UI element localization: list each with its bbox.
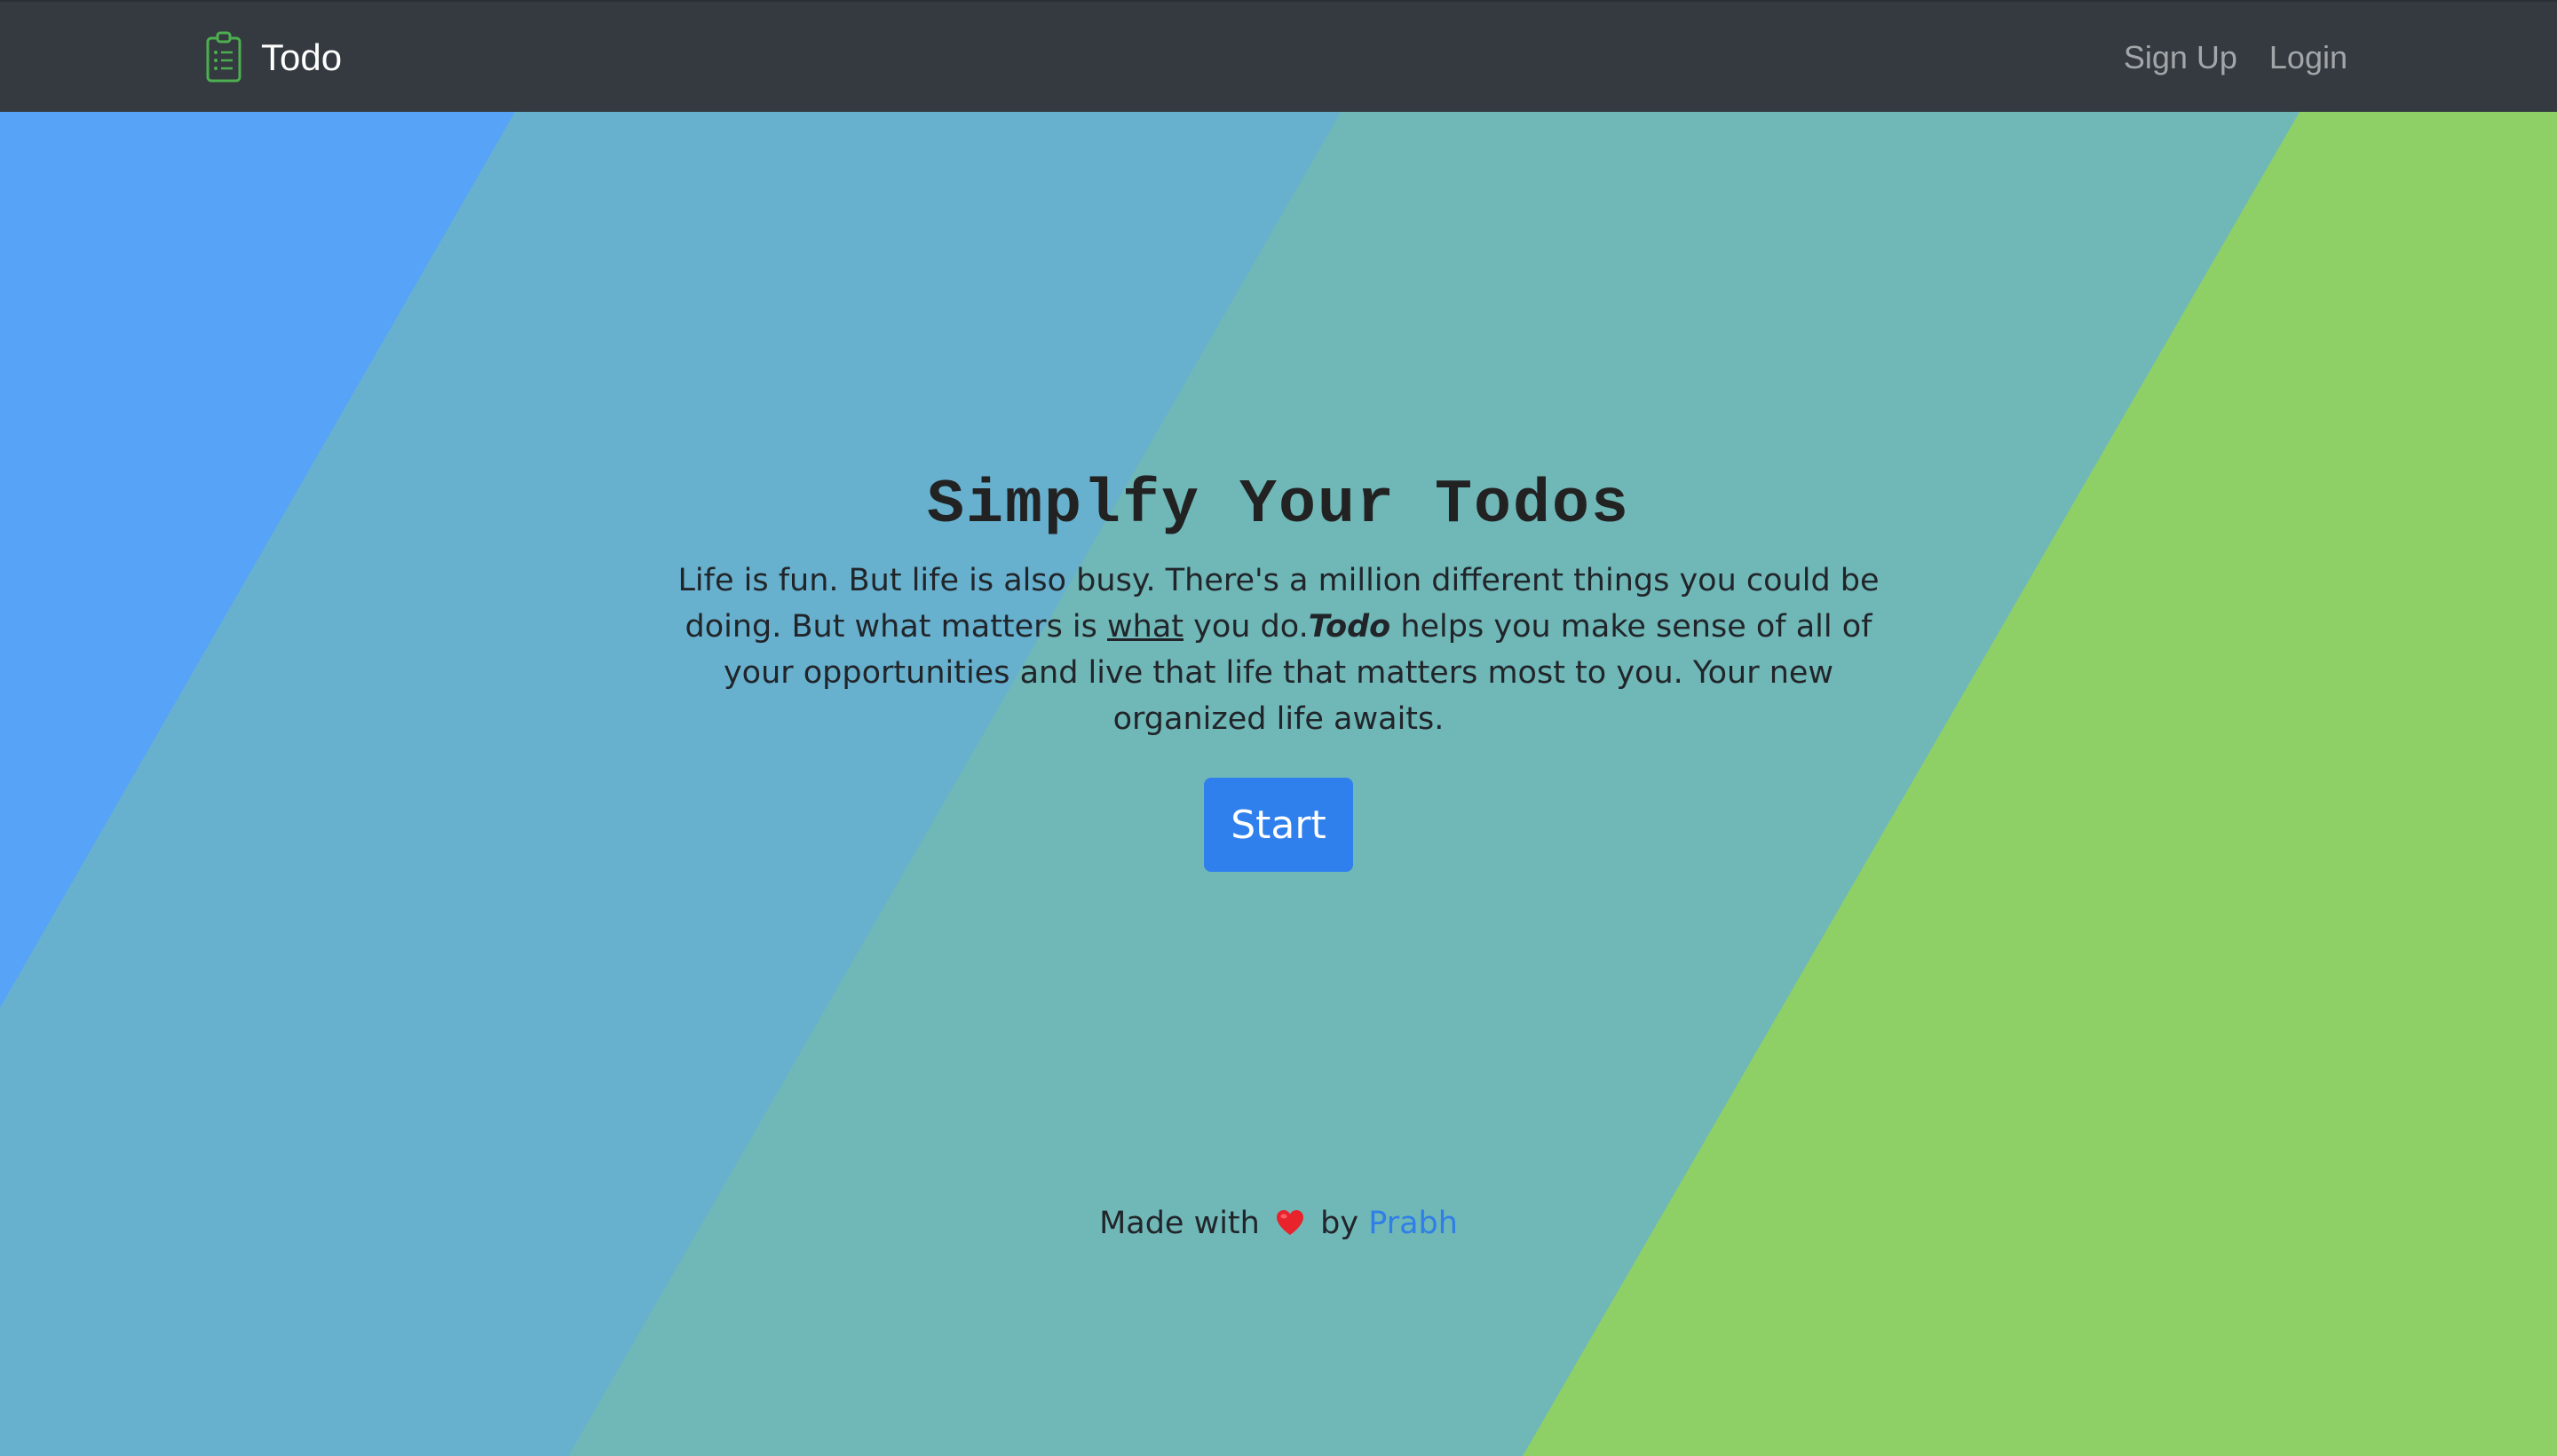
brand-name: Todo: [261, 36, 343, 78]
clipboard-list-icon: [206, 31, 241, 83]
hero-text-underlined: what: [1107, 609, 1184, 645]
signup-link[interactable]: Sign Up: [2124, 39, 2237, 76]
hero-section: Simplfy Your Todos Life is fun. But life…: [0, 462, 2557, 872]
top-navbar: Todo Sign Up Login: [0, 0, 2557, 112]
author-link[interactable]: Prabh: [1368, 1206, 1458, 1241]
login-link[interactable]: Login: [2269, 39, 2347, 76]
start-button[interactable]: Start: [1204, 778, 1353, 872]
page: Todo Sign Up Login Simplfy Your Todos Li…: [0, 0, 2557, 1456]
nav-links: Sign Up Login: [2092, 28, 2347, 87]
hero-text-brand: Todo: [1308, 609, 1391, 645]
footer: Made with by Prabh: [0, 1206, 2557, 1241]
footer-made-with: Made with: [1099, 1206, 1260, 1241]
hero-description: Life is fun. But life is also busy. Ther…: [648, 558, 1909, 742]
hero-text-part2: you do.: [1184, 609, 1309, 645]
brand-link[interactable]: Todo: [204, 28, 342, 87]
footer-by: by: [1320, 1206, 1359, 1241]
heart-icon: [1276, 1210, 1303, 1235]
hero-title: Simplfy Your Todos: [926, 471, 1631, 541]
